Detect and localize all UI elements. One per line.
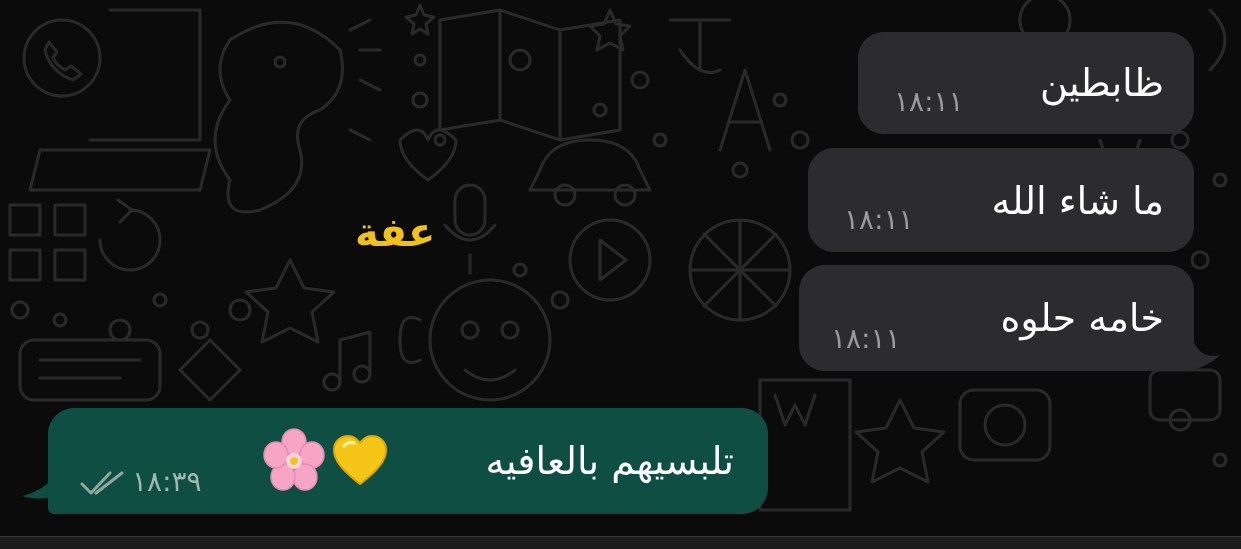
chat-view: عفة ظابطين ١٨:١١ ما شاء الله ١٨:١١ خامه … (0, 0, 1241, 549)
bottom-divider (0, 536, 1241, 549)
message-timestamp: ١٨:١١ (831, 322, 901, 355)
sticker-text: عفة (355, 210, 436, 256)
incoming-bubble-tail (1190, 325, 1220, 371)
read-receipt-icon (80, 471, 124, 495)
cherry-blossom-icon (263, 428, 325, 491)
incoming-message-bubble[interactable]: خامه حلوه ١٨:١١ (799, 265, 1194, 371)
message-timestamp: ١٨:١١ (894, 85, 964, 118)
message-text: ظابطين (1040, 61, 1164, 105)
message-text: تلبسيهم بالعافيه (485, 439, 734, 483)
incoming-message-bubble[interactable]: ظابطين ١٨:١١ (858, 32, 1194, 134)
message-text: ما شاء الله (991, 179, 1164, 223)
message-text: خامه حلوه (1000, 296, 1165, 340)
message-timestamp: ١٨:٣٩ (132, 465, 202, 498)
yellow-heart-icon (332, 434, 388, 486)
outgoing-message-bubble[interactable]: تلبسيهم بالعافيه ١٨:٣٩ (48, 408, 768, 514)
incoming-message-bubble[interactable]: ما شاء الله ١٨:١١ (808, 148, 1194, 252)
message-timestamp: ١٨:١١ (844, 203, 914, 236)
